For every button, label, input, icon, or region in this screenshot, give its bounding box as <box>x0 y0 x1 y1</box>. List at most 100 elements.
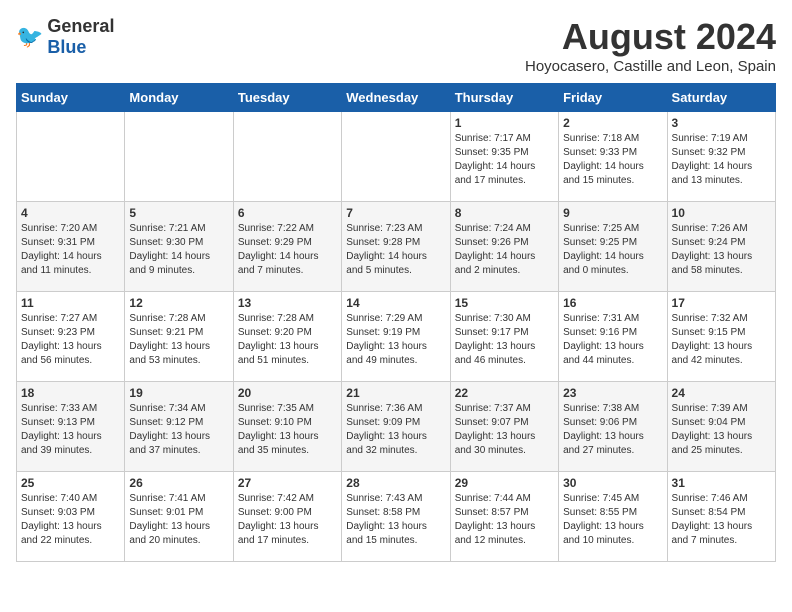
day-cell-21: 21 Sunrise: 7:36 AM Sunset: 9:09 PM Dayli… <box>342 382 450 472</box>
logo-icon: 🐦 <box>16 24 43 50</box>
day-number: 10 <box>672 206 771 220</box>
day-info: Sunrise: 7:32 AM Sunset: 9:15 PM Dayligh… <box>672 312 771 368</box>
day-info: Sunrise: 7:21 AM Sunset: 9:30 PM Dayligh… <box>129 222 228 278</box>
weekday-header-wednesday: Wednesday <box>342 84 450 112</box>
day-info: Sunrise: 7:33 AM Sunset: 9:13 PM Dayligh… <box>21 402 120 458</box>
day-cell-4: 4 Sunrise: 7:20 AM Sunset: 9:31 PM Daylig… <box>17 202 125 292</box>
day-cell-1: 1 Sunrise: 7:17 AM Sunset: 9:35 PM Daylig… <box>450 112 558 202</box>
day-number: 23 <box>563 386 662 400</box>
weekday-header-sunday: Sunday <box>17 84 125 112</box>
header: 🐦 General Blue August 2024 Hoyocasero, C… <box>16 16 776 75</box>
day-info: Sunrise: 7:28 AM Sunset: 9:21 PM Dayligh… <box>129 312 228 368</box>
weekday-header-thursday: Thursday <box>450 84 558 112</box>
day-number: 26 <box>129 476 228 490</box>
day-cell-11: 11 Sunrise: 7:27 AM Sunset: 9:23 PM Dayli… <box>17 292 125 382</box>
day-number: 12 <box>129 296 228 310</box>
day-cell-3: 3 Sunrise: 7:19 AM Sunset: 9:32 PM Daylig… <box>667 112 775 202</box>
day-number: 13 <box>238 296 337 310</box>
day-info: Sunrise: 7:25 AM Sunset: 9:25 PM Dayligh… <box>563 222 662 278</box>
day-info: Sunrise: 7:29 AM Sunset: 9:19 PM Dayligh… <box>346 312 445 368</box>
day-info: Sunrise: 7:23 AM Sunset: 9:28 PM Dayligh… <box>346 222 445 278</box>
day-info: Sunrise: 7:37 AM Sunset: 9:07 PM Dayligh… <box>455 402 554 458</box>
day-cell-2: 2 Sunrise: 7:18 AM Sunset: 9:33 PM Daylig… <box>559 112 667 202</box>
day-number: 31 <box>672 476 771 490</box>
day-cell-29: 29Sunrise: 7:44 AM Sunset: 8:57 PM Dayli… <box>450 472 558 562</box>
day-info: Sunrise: 7:35 AM Sunset: 9:10 PM Dayligh… <box>238 402 337 458</box>
day-info: Sunrise: 7:46 AM Sunset: 8:54 PM Dayligh… <box>672 492 771 548</box>
day-number: 3 <box>672 116 771 130</box>
day-number: 5 <box>129 206 228 220</box>
day-cell-19: 19 Sunrise: 7:34 AM Sunset: 9:12 PM Dayli… <box>125 382 233 472</box>
day-number: 29 <box>455 476 554 490</box>
day-number: 17 <box>672 296 771 310</box>
day-info: Sunrise: 7:31 AM Sunset: 9:16 PM Dayligh… <box>563 312 662 368</box>
title-area: August 2024 Hoyocasero, Castille and Leo… <box>525 16 776 75</box>
day-info: Sunrise: 7:36 AM Sunset: 9:09 PM Dayligh… <box>346 402 445 458</box>
weekday-header-friday: Friday <box>559 84 667 112</box>
day-info: Sunrise: 7:19 AM Sunset: 9:32 PM Dayligh… <box>672 132 771 188</box>
day-cell-13: 13 Sunrise: 7:28 AM Sunset: 9:20 PM Dayli… <box>233 292 341 382</box>
day-info: Sunrise: 7:24 AM Sunset: 9:26 PM Dayligh… <box>455 222 554 278</box>
day-info: Sunrise: 7:41 AM Sunset: 9:01 PM Dayligh… <box>129 492 228 548</box>
day-info: Sunrise: 7:20 AM Sunset: 9:31 PM Dayligh… <box>21 222 120 278</box>
day-number: 4 <box>21 206 120 220</box>
day-cell-24: 24Sunrise: 7:39 AM Sunset: 9:04 PM Dayli… <box>667 382 775 472</box>
day-number: 8 <box>455 206 554 220</box>
day-number: 19 <box>129 386 228 400</box>
day-cell-6: 6 Sunrise: 7:22 AM Sunset: 9:29 PM Daylig… <box>233 202 341 292</box>
day-cell-26: 26 Sunrise: 7:41 AM Sunset: 9:01 PM Dayli… <box>125 472 233 562</box>
day-info: Sunrise: 7:38 AM Sunset: 9:06 PM Dayligh… <box>563 402 662 458</box>
day-number: 28 <box>346 476 445 490</box>
day-cell-7: 7 Sunrise: 7:23 AM Sunset: 9:28 PM Daylig… <box>342 202 450 292</box>
day-cell-31: 31 Sunrise: 7:46 AM Sunset: 8:54 PM Dayli… <box>667 472 775 562</box>
day-info: Sunrise: 7:34 AM Sunset: 9:12 PM Dayligh… <box>129 402 228 458</box>
day-cell-empty <box>17 112 125 202</box>
week-row-3: 11 Sunrise: 7:27 AM Sunset: 9:23 PM Dayli… <box>17 292 776 382</box>
day-info: Sunrise: 7:27 AM Sunset: 9:23 PM Dayligh… <box>21 312 120 368</box>
day-info: Sunrise: 7:43 AM Sunset: 8:58 PM Dayligh… <box>346 492 445 548</box>
day-cell-empty <box>342 112 450 202</box>
day-cell-28: 28 Sunrise: 7:43 AM Sunset: 8:58 PM Dayli… <box>342 472 450 562</box>
day-info: Sunrise: 7:39 AM Sunset: 9:04 PM Dayligh… <box>672 402 771 458</box>
day-number: 25 <box>21 476 120 490</box>
day-number: 7 <box>346 206 445 220</box>
day-cell-empty <box>233 112 341 202</box>
day-number: 15 <box>455 296 554 310</box>
day-cell-23: 23 Sunrise: 7:38 AM Sunset: 9:06 PM Dayli… <box>559 382 667 472</box>
day-number: 6 <box>238 206 337 220</box>
week-row-2: 4 Sunrise: 7:20 AM Sunset: 9:31 PM Daylig… <box>17 202 776 292</box>
weekday-header-saturday: Saturday <box>667 84 775 112</box>
day-info: Sunrise: 7:28 AM Sunset: 9:20 PM Dayligh… <box>238 312 337 368</box>
day-info: Sunrise: 7:42 AM Sunset: 9:00 PM Dayligh… <box>238 492 337 548</box>
day-cell-18: 18 Sunrise: 7:33 AM Sunset: 9:13 PM Dayli… <box>17 382 125 472</box>
week-row-5: 25Sunrise: 7:40 AM Sunset: 9:03 PM Dayli… <box>17 472 776 562</box>
calendar-title: August 2024 <box>525 16 776 58</box>
day-number: 2 <box>563 116 662 130</box>
day-number: 20 <box>238 386 337 400</box>
day-info: Sunrise: 7:26 AM Sunset: 9:24 PM Dayligh… <box>672 222 771 278</box>
day-cell-20: 20 Sunrise: 7:35 AM Sunset: 9:10 PM Dayli… <box>233 382 341 472</box>
day-number: 14 <box>346 296 445 310</box>
day-number: 11 <box>21 296 120 310</box>
day-number: 22 <box>455 386 554 400</box>
logo-blue: Blue <box>47 37 86 57</box>
day-number: 30 <box>563 476 662 490</box>
day-cell-10: 10 Sunrise: 7:26 AM Sunset: 9:24 PM Dayli… <box>667 202 775 292</box>
day-cell-16: 16Sunrise: 7:31 AM Sunset: 9:16 PM Dayli… <box>559 292 667 382</box>
day-number: 18 <box>21 386 120 400</box>
day-number: 1 <box>455 116 554 130</box>
day-cell-empty <box>125 112 233 202</box>
day-info: Sunrise: 7:22 AM Sunset: 9:29 PM Dayligh… <box>238 222 337 278</box>
day-info: Sunrise: 7:17 AM Sunset: 9:35 PM Dayligh… <box>455 132 554 188</box>
day-number: 21 <box>346 386 445 400</box>
calendar-table: SundayMondayTuesdayWednesdayThursdayFrid… <box>16 83 776 562</box>
week-row-1: 1 Sunrise: 7:17 AM Sunset: 9:35 PM Daylig… <box>17 112 776 202</box>
day-info: Sunrise: 7:18 AM Sunset: 9:33 PM Dayligh… <box>563 132 662 188</box>
day-cell-14: 14 Sunrise: 7:29 AM Sunset: 9:19 PM Dayli… <box>342 292 450 382</box>
day-number: 27 <box>238 476 337 490</box>
weekday-header-tuesday: Tuesday <box>233 84 341 112</box>
day-cell-17: 17 Sunrise: 7:32 AM Sunset: 9:15 PM Dayli… <box>667 292 775 382</box>
day-cell-15: 15 Sunrise: 7:30 AM Sunset: 9:17 PM Dayli… <box>450 292 558 382</box>
day-info: Sunrise: 7:30 AM Sunset: 9:17 PM Dayligh… <box>455 312 554 368</box>
weekday-header-row: SundayMondayTuesdayWednesdayThursdayFrid… <box>17 84 776 112</box>
